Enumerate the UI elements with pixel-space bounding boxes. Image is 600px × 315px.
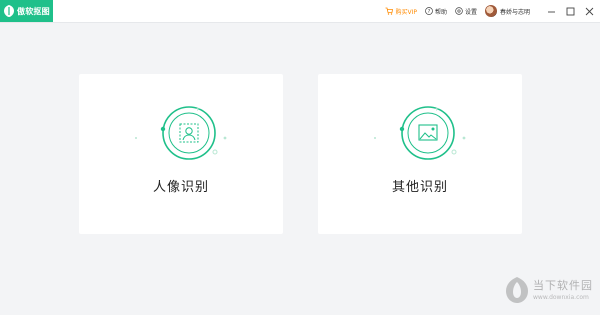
app-brand: 傲软抠图: [0, 0, 53, 22]
user-profile[interactable]: 春娇与志明: [484, 5, 530, 17]
maximize-button[interactable]: [565, 6, 575, 16]
portrait-recognition-card[interactable]: + 人像识别: [79, 74, 283, 234]
help-button[interactable]: ? 帮助: [425, 7, 447, 16]
other-recognition-card[interactable]: + 其他识别: [318, 74, 522, 234]
app-name: 傲软抠图: [17, 6, 50, 16]
minimize-icon: [547, 11, 555, 12]
gear-icon: [455, 7, 463, 15]
title-actions: 购买VIP ? 帮助 设置 春娇与志明: [377, 0, 594, 22]
close-button[interactable]: [584, 6, 594, 16]
app-logo-icon: [4, 5, 14, 17]
watermark-logo-icon: [506, 277, 528, 303]
svg-text:+: +: [434, 106, 439, 113]
help-icon: ?: [425, 7, 433, 15]
watermark: 当下软件园 www.downxia.com: [505, 274, 597, 310]
cart-icon: [385, 7, 394, 15]
other-recognition-label: 其他识别: [391, 180, 448, 195]
settings-button[interactable]: 设置: [455, 7, 477, 16]
portrait-recognition-label: 人像识别: [152, 180, 209, 195]
maximize-icon: [566, 7, 574, 15]
avatar: [484, 5, 497, 17]
title-bar: 傲软抠图 购买VIP ? 帮助 设置 春娇与志明: [0, 0, 600, 23]
help-label: 帮助: [434, 8, 447, 16]
watermark-text: 当下软件园: [533, 279, 593, 292]
close-icon: [585, 7, 593, 15]
image-scan-icon: +: [374, 106, 466, 160]
portrait-scan-icon: +: [135, 106, 227, 160]
settings-label: 设置: [464, 8, 477, 16]
watermark-url: www.downxia.com: [533, 294, 589, 301]
buy-vip-label: 购买VIP: [395, 8, 417, 16]
minimize-button[interactable]: [546, 6, 556, 16]
username: 春娇与志明: [499, 8, 530, 16]
buy-vip-button[interactable]: 购买VIP: [385, 7, 417, 16]
svg-text:+: +: [195, 106, 200, 113]
svg-text:?: ?: [428, 9, 431, 15]
